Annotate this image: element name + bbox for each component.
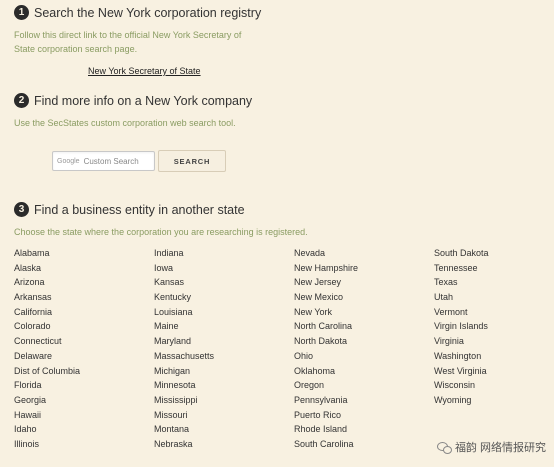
search-placeholder: Custom Search <box>83 156 139 166</box>
state-link[interactable]: Iowa <box>154 261 214 276</box>
state-link[interactable]: North Carolina <box>294 319 358 334</box>
state-link[interactable]: Kansas <box>154 275 214 290</box>
state-link[interactable]: Florida <box>14 378 80 393</box>
state-link[interactable]: Vermont <box>434 305 489 320</box>
step-2-title: Find more info on a New York company <box>34 93 253 108</box>
state-link[interactable]: Oregon <box>294 378 358 393</box>
state-link[interactable]: Massachusetts <box>154 349 214 364</box>
step-number-badge: 3 <box>14 202 29 217</box>
watermark-text: 福韵 网络情报研究 <box>454 442 546 454</box>
ny-secretary-of-state-link[interactable]: New York Secretary of State <box>88 66 201 76</box>
state-link[interactable]: New Mexico <box>294 290 358 305</box>
state-link[interactable]: South Carolina <box>294 437 358 452</box>
state-link[interactable]: Kentucky <box>154 290 214 305</box>
state-link[interactable]: Mississippi <box>154 393 214 408</box>
state-link[interactable]: Utah <box>434 290 489 305</box>
state-link[interactable]: Montana <box>154 422 214 437</box>
step-3-title: Find a business entity in another state <box>34 202 245 217</box>
state-link[interactable]: Tennessee <box>434 261 489 276</box>
state-link[interactable]: Missouri <box>154 408 214 423</box>
state-column-1: Alabama Alaska Arizona Arkansas Californ… <box>14 246 80 452</box>
state-link[interactable]: Texas <box>434 275 489 290</box>
state-link[interactable]: Washington <box>434 349 489 364</box>
step-number-badge: 2 <box>14 93 29 108</box>
state-link[interactable]: Alabama <box>14 246 80 261</box>
state-link[interactable]: Alaska <box>14 261 80 276</box>
step-3-description: Choose the state where the corporation y… <box>14 227 308 237</box>
state-link[interactable]: Connecticut <box>14 334 80 349</box>
state-link[interactable]: Ohio <box>294 349 358 364</box>
state-link[interactable]: New Hampshire <box>294 261 358 276</box>
state-link[interactable]: Dist of Columbia <box>14 364 80 379</box>
step-number-badge: 1 <box>14 5 29 20</box>
state-link[interactable]: Nebraska <box>154 437 214 452</box>
state-link[interactable]: North Dakota <box>294 334 358 349</box>
state-link[interactable]: Georgia <box>14 393 80 408</box>
state-column-4: South Dakota Tennessee Texas Utah Vermon… <box>434 246 489 408</box>
state-link[interactable]: Wisconsin <box>434 378 489 393</box>
step-1-description: Follow this direct link to the official … <box>14 28 241 56</box>
state-link[interactable]: West Virginia <box>434 364 489 379</box>
custom-search-input[interactable]: Google Custom Search <box>52 151 155 171</box>
state-link[interactable]: Louisiana <box>154 305 214 320</box>
state-link[interactable]: Maryland <box>154 334 214 349</box>
state-link[interactable]: Minnesota <box>154 378 214 393</box>
step-1-heading: 1 Search the New York corporation regist… <box>14 5 261 20</box>
state-link[interactable]: New Jersey <box>294 275 358 290</box>
state-link[interactable]: Puerto Rico <box>294 408 358 423</box>
state-link[interactable]: Oklahoma <box>294 364 358 379</box>
state-link[interactable]: Illinois <box>14 437 80 452</box>
state-link[interactable]: Maine <box>154 319 214 334</box>
state-link[interactable]: Delaware <box>14 349 80 364</box>
state-link[interactable]: New York <box>294 305 358 320</box>
state-link[interactable]: Pennsylvania <box>294 393 358 408</box>
state-link[interactable]: South Dakota <box>434 246 489 261</box>
chat-bubbles-icon <box>436 441 452 454</box>
state-link[interactable]: Michigan <box>154 364 214 379</box>
state-link[interactable]: Hawaii <box>14 408 80 423</box>
state-link[interactable]: Wyoming <box>434 393 489 408</box>
state-column-3: Nevada New Hampshire New Jersey New Mexi… <box>294 246 358 452</box>
state-link[interactable]: Idaho <box>14 422 80 437</box>
state-link[interactable]: Colorado <box>14 319 80 334</box>
state-link[interactable]: Indiana <box>154 246 214 261</box>
state-link[interactable]: Virginia <box>434 334 489 349</box>
step-3-heading: 3 Find a business entity in another stat… <box>14 202 245 217</box>
state-link[interactable]: Arkansas <box>14 290 80 305</box>
google-label: Google <box>57 157 80 165</box>
state-link[interactable]: Arizona <box>14 275 80 290</box>
step-1-title: Search the New York corporation registry <box>34 5 262 20</box>
state-column-2: Indiana Iowa Kansas Kentucky Louisiana M… <box>154 246 214 452</box>
state-link[interactable]: Virgin Islands <box>434 319 489 334</box>
step-1-desc-line1: Follow this direct link to the official … <box>14 30 242 40</box>
step-2-heading: 2 Find more info on a New York company <box>14 93 252 108</box>
step-1-desc-line2: State corporation search page. <box>14 44 138 54</box>
custom-search-form: Google Custom Search SEARCH <box>52 150 226 172</box>
state-link[interactable]: California <box>14 305 80 320</box>
state-link[interactable]: Rhode Island <box>294 422 358 437</box>
step-2-description: Use the SecStates custom corporation web… <box>14 118 236 128</box>
watermark: 福韵 网络情报研究 <box>436 439 546 455</box>
state-link[interactable]: Nevada <box>294 246 358 261</box>
search-button[interactable]: SEARCH <box>158 150 226 172</box>
